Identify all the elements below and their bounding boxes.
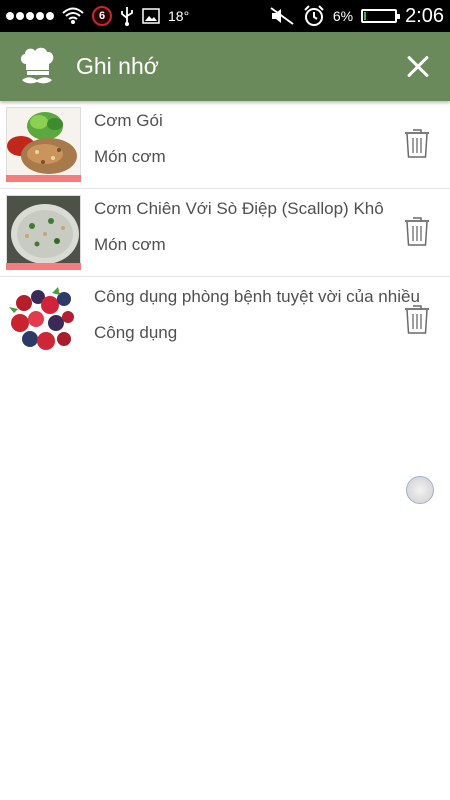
clock-time: 2:06 — [405, 4, 444, 27]
item-category: Món cơm — [94, 147, 166, 166]
signal-strength-icon — [6, 12, 54, 20]
item-title: Công dụng phòng bệnh tuyệt vời của nhiều — [94, 287, 420, 306]
item-title: Cơm Gói — [94, 111, 163, 130]
chef-mustache-icon — [20, 47, 54, 83]
app-bar: Ghi nhớ — [0, 32, 450, 101]
battery-icon — [361, 9, 401, 23]
usb-icon — [121, 7, 133, 26]
item-title: Cơm Chiên Với Sò Điệp (Scallop) Khô — [94, 199, 384, 218]
list-item[interactable]: Cơm Chiên Với Sò Điệp (Scallop) Khô Món … — [0, 189, 450, 277]
trash-icon[interactable] — [404, 127, 430, 159]
thumbnail-bar — [6, 175, 81, 182]
fried-rice-thumbnail — [6, 195, 81, 270]
trash-icon[interactable] — [404, 215, 430, 247]
notification-badge: 6 — [92, 6, 112, 26]
battery-percent: 6% — [332, 8, 354, 24]
list-item[interactable]: Cơm Gói Món cơm — [0, 101, 450, 189]
rice-dish-thumbnail — [6, 107, 81, 182]
temperature-text: 18° — [168, 8, 190, 24]
close-button[interactable] — [402, 51, 434, 83]
wifi-icon — [62, 7, 84, 24]
berries-thumbnail — [6, 283, 81, 358]
page-title: Ghi nhớ — [76, 53, 159, 79]
mute-icon — [270, 7, 294, 25]
item-category: Công dụng — [94, 323, 178, 342]
alarm-icon — [304, 5, 324, 26]
list-item[interactable]: Công dụng phòng bệnh tuyệt vời của nhiều… — [0, 277, 450, 365]
thumbnail-bar — [6, 263, 81, 270]
saved-items-list: Cơm Gói Món cơm Cơm Chiên Với Sò Điệp (S… — [0, 101, 450, 365]
loading-indicator — [406, 476, 434, 504]
trash-icon[interactable] — [404, 303, 430, 335]
status-bar: 6 18° 6% 2:06 — [0, 0, 450, 32]
image-icon — [142, 8, 160, 24]
item-category: Món cơm — [94, 235, 166, 254]
